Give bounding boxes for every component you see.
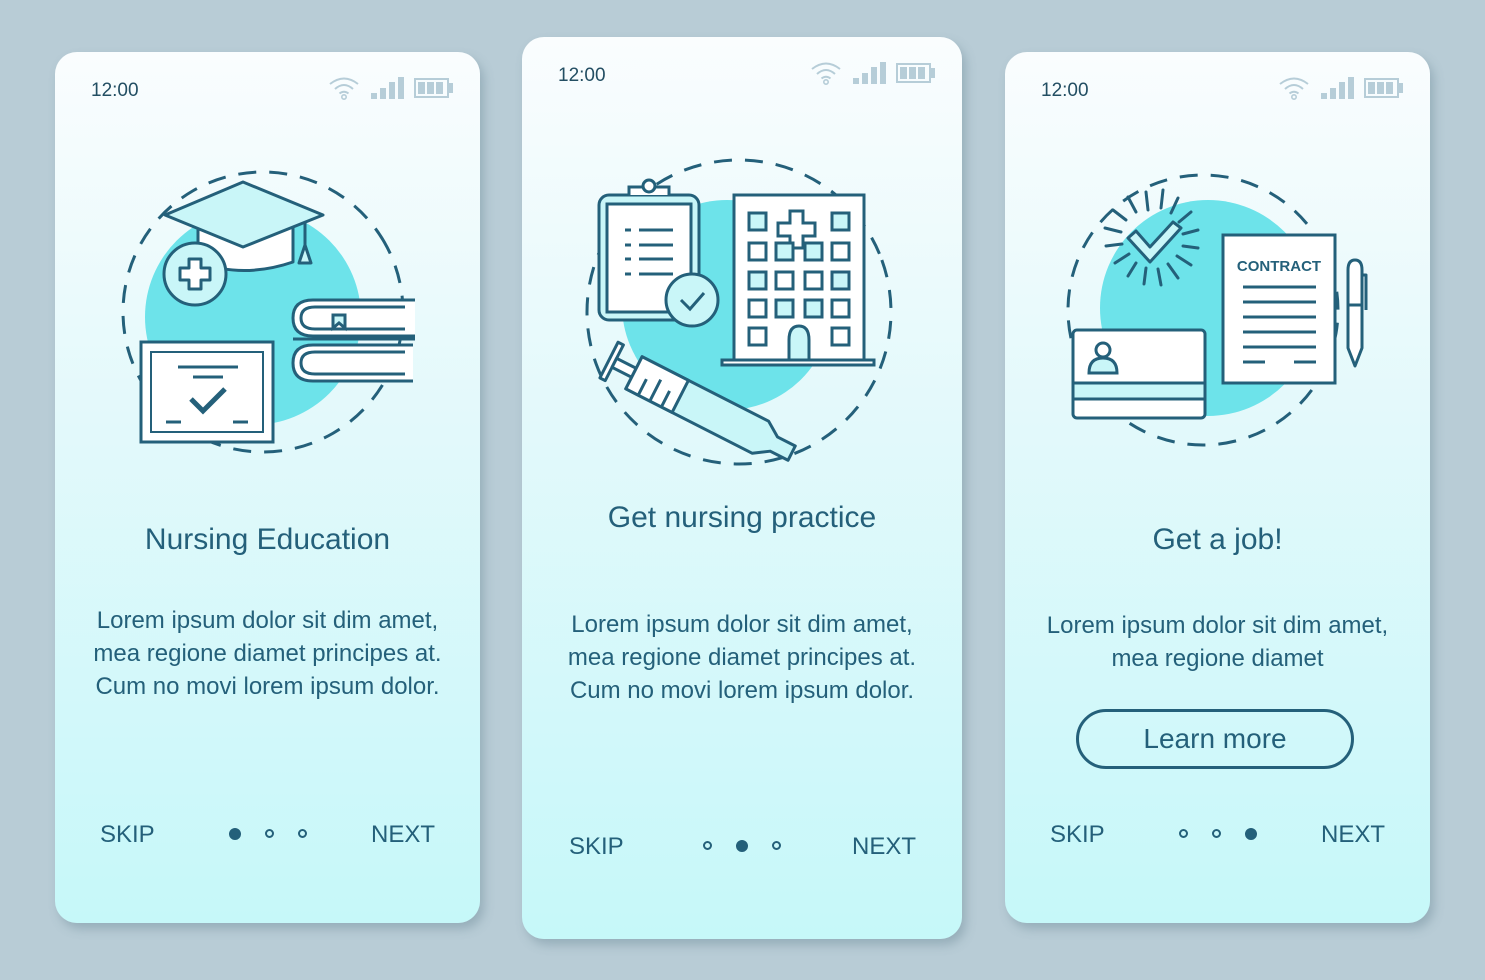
page-dot-1-active[interactable] <box>228 828 241 840</box>
signal-icon <box>1321 77 1354 99</box>
screen-title: Get a job! <box>1152 523 1283 556</box>
nursing-practice-illustration <box>585 158 893 466</box>
page-dot-3[interactable] <box>772 841 781 850</box>
books-icon <box>290 298 415 383</box>
skip-button[interactable]: SKIP <box>100 821 155 849</box>
page-indicator <box>703 840 781 852</box>
wifi-icon <box>329 77 359 100</box>
status-time: 12:00 <box>91 80 139 101</box>
battery-icon <box>1364 78 1403 98</box>
onboarding-screen-get-a-job: 12:00 CONTRACT Get a job! Lorem ipsum do… <box>1005 52 1430 923</box>
get-a-job-illustration: CONTRACT <box>1066 173 1367 447</box>
onboarding-footer: SKIP NEXT <box>522 827 962 867</box>
page-dot-1[interactable] <box>1178 829 1188 838</box>
status-time: 12:00 <box>1041 80 1089 101</box>
screen-description: Lorem ipsum dolor sit dim amet, mea regi… <box>93 607 442 700</box>
status-time: 12:00 <box>558 65 606 86</box>
next-button[interactable]: NEXT <box>1321 821 1385 849</box>
page-dot-2[interactable] <box>264 829 274 838</box>
skip-button[interactable]: SKIP <box>569 833 624 861</box>
page-dot-1[interactable] <box>703 841 712 850</box>
status-bar: 12:00 <box>55 52 480 124</box>
clipboard-icon <box>597 178 720 328</box>
next-button[interactable]: NEXT <box>852 833 916 861</box>
onboarding-screen-nursing-education: 12:00 Nursing Education Lorem ipsum dolo… <box>55 52 480 923</box>
certificate-icon <box>139 340 274 444</box>
page-dot-3-active[interactable] <box>1244 828 1257 840</box>
status-bar: 12:00 <box>522 37 962 109</box>
id-card-icon <box>1071 328 1206 420</box>
screen-title: Get nursing practice <box>607 501 877 534</box>
onboarding-screen-nursing-practice: 12:00 Get nursing practice Lorem ipsum d… <box>522 37 962 939</box>
nursing-education-illustration <box>121 170 415 454</box>
battery-icon <box>896 63 935 83</box>
page-indicator <box>228 828 307 840</box>
page-dot-2-active[interactable] <box>736 840 748 852</box>
screen-title: Nursing Education <box>144 523 391 556</box>
page-dot-2[interactable] <box>1211 829 1221 838</box>
screen-description: Lorem ipsum dolor sit dim amet, mea regi… <box>1046 612 1389 672</box>
signal-icon <box>371 77 404 99</box>
wifi-icon <box>1279 77 1309 100</box>
onboarding-footer: SKIP NEXT <box>1005 815 1430 855</box>
signal-icon <box>853 62 886 84</box>
battery-icon <box>414 78 453 98</box>
onboarding-footer: SKIP NEXT <box>55 815 480 855</box>
contract-label: CONTRACT <box>1236 258 1320 275</box>
skip-button[interactable]: SKIP <box>1050 821 1105 849</box>
page-indicator <box>1178 828 1257 840</box>
wifi-icon <box>811 62 841 85</box>
hospital-building-icon <box>720 193 876 367</box>
pen-icon <box>1346 258 1367 368</box>
next-button[interactable]: NEXT <box>371 821 435 849</box>
page-dot-3[interactable] <box>297 829 307 838</box>
learn-more-button[interactable]: Learn more <box>1076 709 1354 769</box>
status-bar: 12:00 <box>1005 52 1430 124</box>
screen-description: Lorem ipsum dolor sit dim amet, mea regi… <box>567 611 917 704</box>
contract-document-icon: CONTRACT <box>1221 233 1336 385</box>
